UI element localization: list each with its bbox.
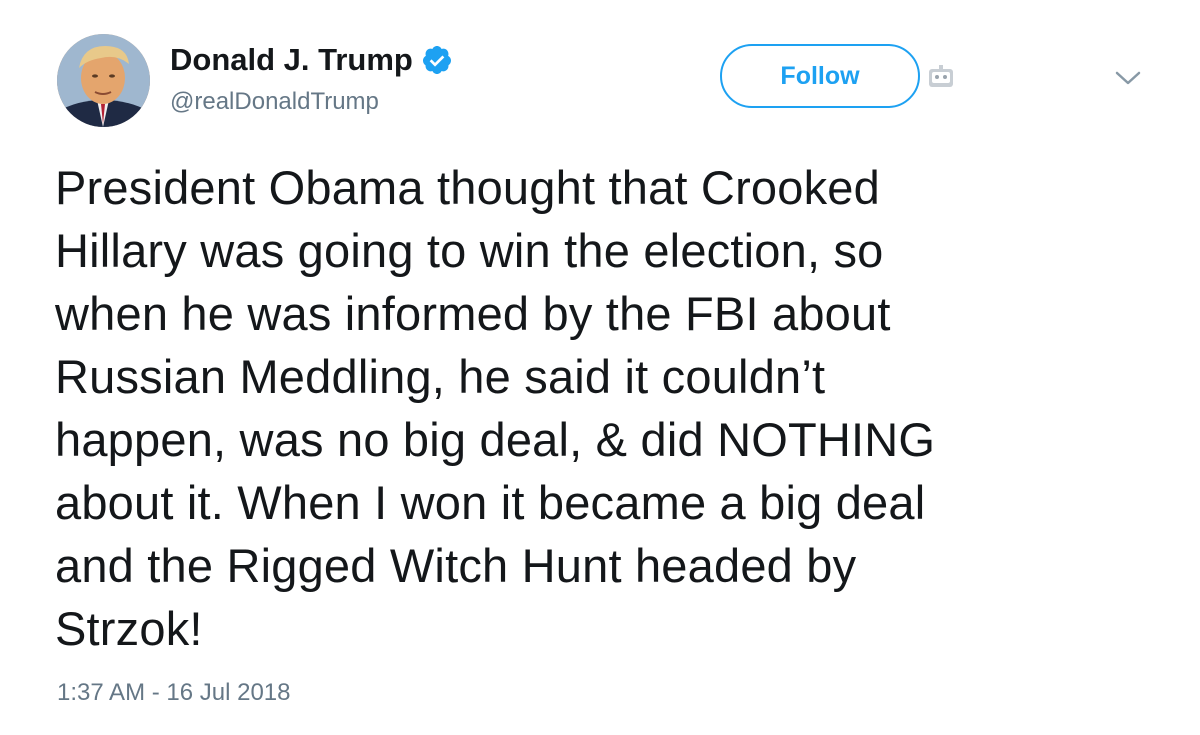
avatar[interactable]	[57, 34, 150, 127]
user-handle[interactable]: @realDonaldTrump	[170, 87, 379, 117]
tweet-text: President Obama thought that Crooked Hil…	[55, 161, 936, 655]
name-row: Donald J. Trump	[170, 40, 453, 80]
screen-reader-bot-icon	[929, 65, 953, 87]
tweet-card: Donald J. Trump @realDonaldTrump Follow …	[0, 0, 1200, 735]
chevron-down-icon[interactable]	[1113, 68, 1143, 88]
tweet-timestamp[interactable]: 1:37 AM - 16 Jul 2018	[57, 678, 290, 708]
display-name[interactable]: Donald J. Trump	[170, 40, 413, 80]
verified-badge-icon	[422, 46, 451, 74]
avatar-image	[57, 34, 150, 127]
follow-button[interactable]: Follow	[720, 44, 920, 108]
